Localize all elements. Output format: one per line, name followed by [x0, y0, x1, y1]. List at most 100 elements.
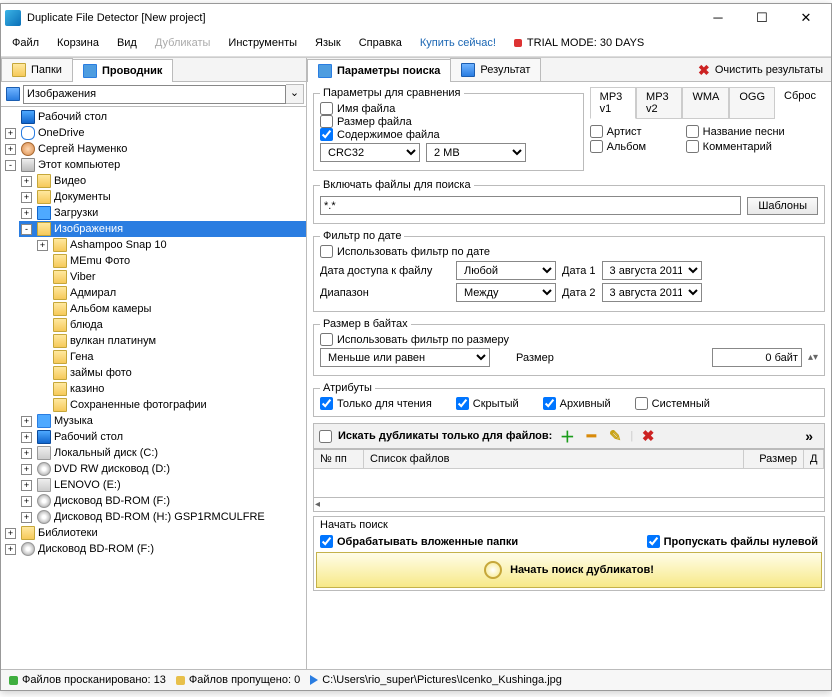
input-size[interactable] [712, 348, 802, 367]
tree-item[interactable]: +Дисковод BD-ROM (F:) [19, 493, 306, 509]
tree-item[interactable]: Адмирал [35, 285, 306, 301]
chk-album[interactable] [590, 140, 603, 153]
tree-item[interactable]: Viber [35, 269, 306, 285]
chk-readonly[interactable] [320, 397, 333, 410]
expand-toggle[interactable]: + [5, 544, 16, 555]
chk-date-filter[interactable] [320, 245, 333, 258]
tab-ogg[interactable]: OGG [729, 87, 775, 119]
menu-tools[interactable]: Инструменты [219, 34, 306, 52]
chk-subfolders[interactable] [320, 535, 333, 548]
expand-toggle[interactable]: + [5, 128, 16, 139]
expand-toggle[interactable]: + [21, 432, 32, 443]
tab-reset[interactable]: Сброс [775, 87, 825, 119]
tree-item[interactable]: +Документы [19, 189, 306, 205]
chk-skip-zero[interactable] [647, 535, 660, 548]
path-dropdown[interactable]: ⌄ [286, 84, 304, 104]
file-table-body[interactable] [314, 469, 824, 497]
chk-archive[interactable] [543, 397, 556, 410]
tree-item[interactable]: Сохраненные фотографии [35, 397, 306, 413]
tab-result[interactable]: Результат [450, 58, 541, 81]
chk-size-filter[interactable] [320, 333, 333, 346]
templates-button[interactable]: Шаблоны [747, 197, 818, 215]
tree-item[interactable]: +DVD RW дисковод (D:) [19, 461, 306, 477]
tree-item[interactable]: Гена [35, 349, 306, 365]
close-button[interactable]: ✕ [791, 10, 821, 26]
tab-mp3v2[interactable]: MP3 v2 [636, 87, 682, 119]
scroll-left[interactable]: ◂ [315, 499, 320, 510]
edit-file-button[interactable]: ✎ [606, 427, 624, 445]
chk-system[interactable] [635, 397, 648, 410]
chk-artist[interactable] [590, 125, 603, 138]
input-mask[interactable] [320, 196, 741, 215]
chk-hidden[interactable] [456, 397, 469, 410]
tree-item[interactable]: +Сергей Науменко [3, 141, 306, 157]
date1-select[interactable]: 3 августа 2011 г. [602, 261, 702, 280]
expand-toggle[interactable]: - [5, 160, 16, 171]
chk-content[interactable] [320, 128, 333, 141]
tree-item[interactable]: +Библиотеки [3, 525, 306, 541]
start-search-button[interactable]: Начать поиск дубликатов! [316, 552, 822, 588]
clear-results-button[interactable]: ✖Очистить результаты [689, 63, 831, 77]
path-input[interactable] [23, 85, 286, 104]
tree-item[interactable]: казино [35, 381, 306, 397]
tree-item[interactable]: блюда [35, 317, 306, 333]
tree-item[interactable]: Альбом камеры [35, 301, 306, 317]
th-files[interactable]: Список файлов [364, 450, 744, 468]
tree-item[interactable]: +Рабочий стол [19, 429, 306, 445]
tab-folders[interactable]: Папки [1, 58, 73, 81]
tree-item[interactable]: +Ashampoo Snap 10 [35, 237, 306, 253]
maximize-button[interactable]: ☐ [747, 10, 777, 26]
tree-item[interactable]: +Загрузки [19, 205, 306, 221]
menu-buy-now[interactable]: Купить сейчас! [411, 34, 505, 52]
menu-view[interactable]: Вид [108, 34, 146, 52]
tab-wma[interactable]: WMA [682, 87, 729, 119]
expand-toggle[interactable]: - [21, 224, 32, 235]
size-spinner[interactable]: ▴▾ [808, 352, 818, 363]
minimize-button[interactable]: ─ [703, 10, 733, 26]
chk-filename[interactable] [320, 102, 333, 115]
chk-comment[interactable] [686, 140, 699, 153]
folder-tree[interactable]: Рабочий стол+OneDrive+Сергей Науменко-Эт… [1, 107, 306, 669]
expand-toggle[interactable]: + [5, 528, 16, 539]
tree-item[interactable]: +Видео [19, 173, 306, 189]
remove-file-button[interactable]: ━ [582, 427, 600, 445]
chk-song-title[interactable] [686, 125, 699, 138]
expand-toggle[interactable]: + [21, 448, 32, 459]
tab-search-params[interactable]: Параметры поиска [307, 59, 451, 82]
chk-only-files[interactable] [319, 430, 332, 443]
expand-toggle[interactable]: + [21, 416, 32, 427]
more-button[interactable]: » [799, 428, 819, 444]
menu-trash[interactable]: Корзина [48, 34, 108, 52]
add-file-button[interactable]: ＋ [558, 427, 576, 445]
menu-lang[interactable]: Язык [306, 34, 350, 52]
tree-item[interactable]: займы фото [35, 365, 306, 381]
tab-explorer[interactable]: Проводник [72, 59, 173, 82]
select-block[interactable]: 2 MB [426, 143, 526, 162]
expand-toggle[interactable]: + [21, 464, 32, 475]
select-size-op[interactable]: Меньше или равен [320, 348, 490, 367]
select-hash[interactable]: CRC32 [320, 143, 420, 162]
menu-file[interactable]: Файл [3, 34, 48, 52]
chk-filesize[interactable] [320, 115, 333, 128]
tree-item[interactable]: -Этот компьютер [3, 157, 306, 173]
th-size[interactable]: Размер [744, 450, 804, 468]
tree-item[interactable]: Рабочий стол [3, 109, 306, 125]
clear-files-button[interactable]: ✖ [639, 427, 657, 445]
expand-toggle[interactable]: + [21, 192, 32, 203]
date2-select[interactable]: 3 августа 2011 г. [602, 283, 702, 302]
expand-toggle[interactable]: + [21, 480, 32, 491]
tree-item[interactable]: вулкан платинум [35, 333, 306, 349]
tree-item[interactable]: -Изображения [19, 221, 306, 237]
select-range[interactable]: Между [456, 283, 556, 302]
expand-toggle[interactable]: + [21, 512, 32, 523]
tree-item[interactable]: +LENOVO (E:) [19, 477, 306, 493]
expand-toggle[interactable]: + [21, 496, 32, 507]
tree-item[interactable]: +Дисковод BD-ROM (F:) [3, 541, 306, 557]
th-num[interactable]: № пп [314, 450, 364, 468]
th-d[interactable]: Д [804, 450, 824, 468]
expand-toggle[interactable]: + [5, 144, 16, 155]
tree-item[interactable]: +Дисковод BD-ROM (H:) GSP1RMCULFRE [19, 509, 306, 525]
tree-item[interactable]: MEmu Фото [35, 253, 306, 269]
expand-toggle[interactable]: + [37, 240, 48, 251]
tree-item[interactable]: +Музыка [19, 413, 306, 429]
